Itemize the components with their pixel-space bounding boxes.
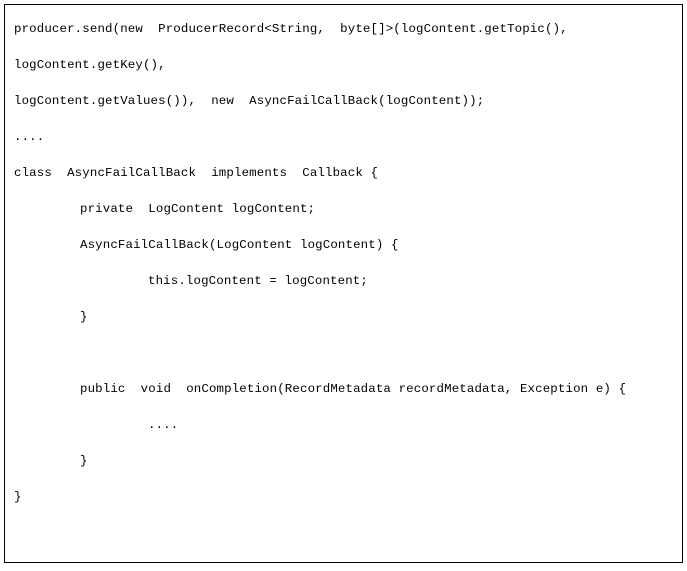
code-line: this.logContent = logContent; (148, 274, 368, 288)
code-line: logContent.getKey(), (14, 58, 166, 72)
code-line: .... (148, 418, 179, 432)
code-line: class AsyncFailCallBack implements Callb… (14, 166, 379, 180)
code-line: AsyncFailCallBack(LogContent logContent)… (80, 238, 399, 252)
code-listing-box: producer.send(new ProducerRecord<String,… (4, 4, 683, 563)
code-line: .... (14, 130, 45, 144)
code-line: public void onCompletion(RecordMetadata … (80, 382, 627, 396)
code-line: } (14, 490, 22, 504)
code-line: producer.send(new ProducerRecord<String,… (14, 22, 568, 36)
code-listing: producer.send(new ProducerRecord<String,… (5, 5, 682, 515)
code-line: } (80, 310, 88, 324)
code-line: logContent.getValues()), new AsyncFailCa… (14, 94, 485, 108)
code-line: } (80, 454, 88, 468)
code-line: private LogContent logContent; (80, 202, 316, 216)
